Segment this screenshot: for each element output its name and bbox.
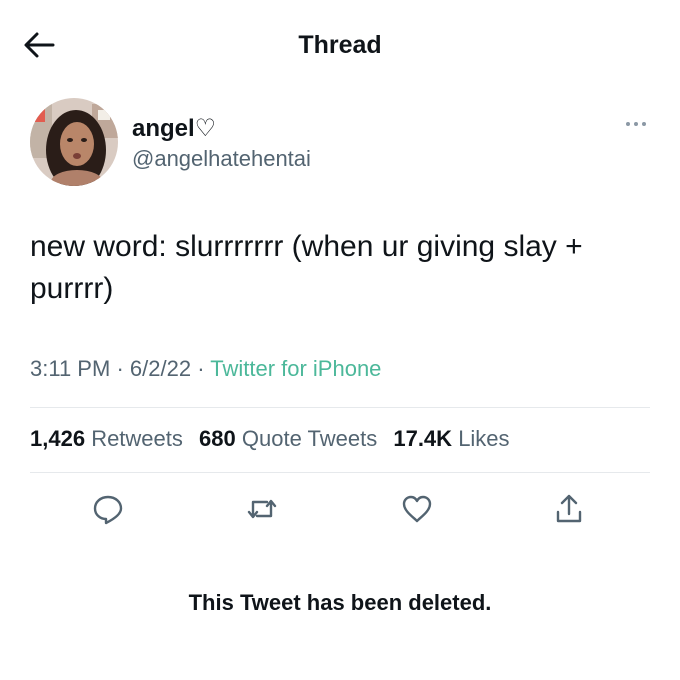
- more-options-icon[interactable]: [622, 112, 650, 136]
- quote-tweets-count: 680: [199, 426, 236, 451]
- retweets-label: Retweets: [91, 426, 183, 451]
- tweet-stats: 1,426 Retweets 680 Quote Tweets 17.4K Li…: [30, 426, 520, 452]
- likes-stat[interactable]: 17.4K Likes: [393, 426, 509, 451]
- deleted-tweet-notice: This Tweet has been deleted.: [188, 590, 492, 615]
- like-icon[interactable]: [400, 492, 434, 526]
- author-name[interactable]: angel♡: [132, 114, 216, 143]
- top-bar: Thread: [0, 0, 680, 90]
- page-title: Thread: [298, 31, 382, 59]
- likes-label: Likes: [458, 426, 510, 451]
- reply-icon[interactable]: [91, 492, 125, 526]
- meta-separator: ·: [197, 356, 205, 381]
- retweets-stat[interactable]: 1,426 Retweets: [30, 426, 183, 451]
- tweet-date: 6/2/22: [129, 356, 192, 381]
- divider: [30, 407, 650, 408]
- tweet-metadata: 3:11 PM · 6/2/22 · Twitter for iPhone: [30, 356, 381, 382]
- likes-count: 17.4K: [393, 426, 453, 451]
- tweet-time: 3:11 PM: [30, 356, 111, 381]
- tweet-source-link[interactable]: Twitter for iPhone: [210, 356, 381, 381]
- retweets-count: 1,426: [30, 426, 86, 451]
- quote-tweets-stat[interactable]: 680 Quote Tweets: [199, 426, 377, 451]
- author-handle[interactable]: @angelhatehentai: [132, 146, 311, 172]
- tweet-text: new word: slurrrrrrr (when ur giving sla…: [30, 230, 583, 305]
- share-icon[interactable]: [552, 492, 586, 526]
- avatar[interactable]: [30, 98, 118, 186]
- divider: [30, 472, 650, 473]
- quote-tweets-label: Quote Tweets: [241, 426, 378, 451]
- meta-separator: ·: [116, 356, 124, 381]
- retweet-icon[interactable]: [245, 492, 279, 526]
